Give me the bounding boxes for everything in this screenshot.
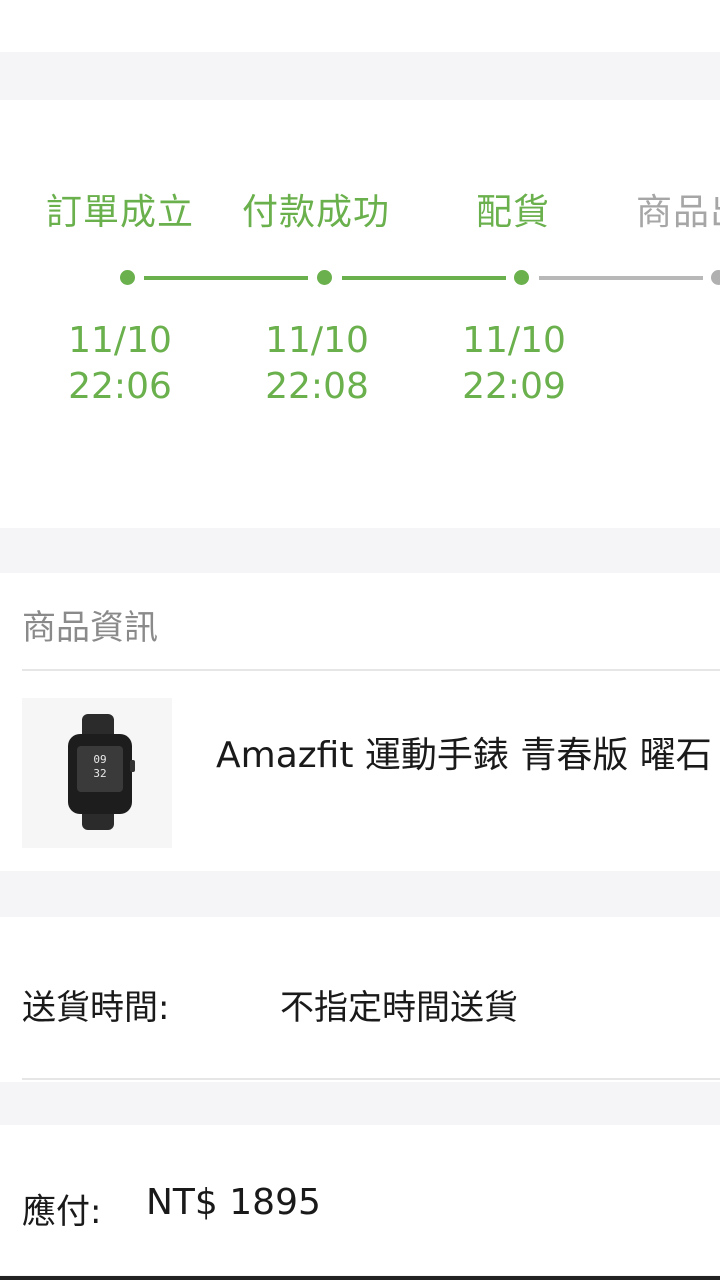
watch-hour: 09 (93, 753, 106, 766)
step-label-allocation: 配貨 (476, 192, 551, 233)
product-section-title: 商品資訊 (22, 608, 158, 648)
step-date: 11/10 (68, 320, 172, 361)
step-date: 11/10 (462, 320, 566, 361)
delivery-time-label: 送貨時間: (22, 988, 170, 1028)
progress-segment-1 (144, 276, 308, 280)
payment-amount: NT$ 1895 (146, 1182, 321, 1223)
watch-minute: 32 (93, 767, 106, 780)
progress-segment-2 (342, 276, 506, 280)
step-time: 22:08 (265, 366, 369, 407)
product-name-link[interactable]: Amazfit 運動手錶 青春版 曜石 (216, 726, 712, 778)
order-status-card (0, 100, 720, 528)
step-dot-allocation (514, 270, 529, 285)
step-time: 22:09 (462, 366, 566, 407)
top-bar (0, 0, 720, 52)
delivery-time-value: 不指定時間送貨 (280, 988, 518, 1028)
watch-image-icon: 09 32 (68, 714, 135, 830)
step-time: 22:06 (68, 366, 172, 407)
step-dot-payment-success (317, 270, 332, 285)
payment-label: 應付: (22, 1192, 102, 1232)
step-label-shipping: 商品出 (636, 192, 720, 233)
step-dot-order-created (120, 270, 135, 285)
divider (22, 669, 720, 671)
progress-segment-3 (539, 276, 703, 280)
step-label-payment-success: 付款成功 (242, 192, 391, 233)
step-label-order-created: 訂單成立 (46, 192, 195, 233)
step-timestamp-order-created: 11/10 22:06 (50, 318, 190, 410)
payment-card (0, 1125, 720, 1275)
step-date: 11/10 (265, 320, 369, 361)
divider (22, 1078, 720, 1080)
step-timestamp-allocation: 11/10 22:09 (444, 318, 584, 410)
step-timestamp-payment-success: 11/10 22:08 (247, 318, 387, 410)
product-thumbnail[interactable]: 09 32 (22, 698, 172, 848)
bottom-edge (0, 1276, 720, 1280)
step-dot-shipping (711, 270, 720, 285)
